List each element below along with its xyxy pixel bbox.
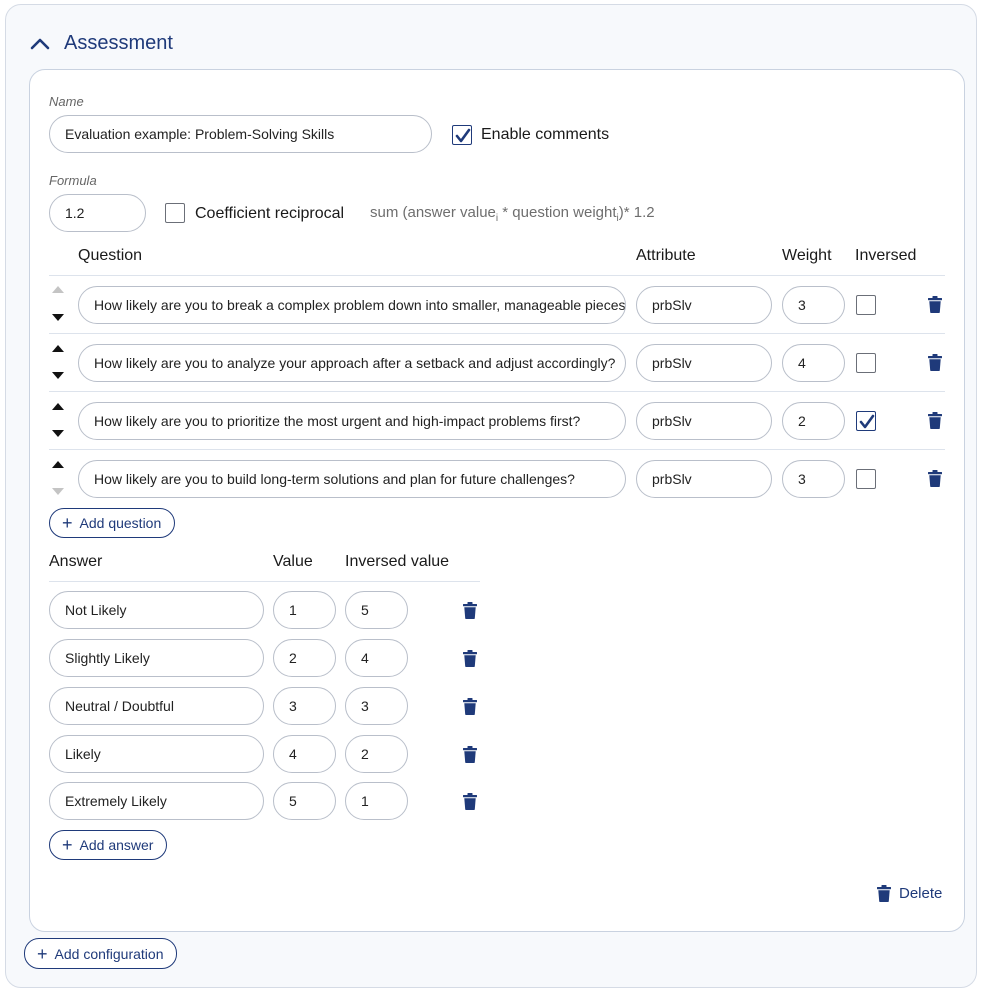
answer-input[interactable]: Neutral / Doubtful bbox=[49, 687, 264, 725]
formula-expression: sum (answer valuei * question weighti)* … bbox=[370, 204, 655, 224]
trash-icon bbox=[877, 885, 891, 902]
assessment-card: Assessment Name Evaluation example: Prob… bbox=[5, 4, 977, 988]
answer-input[interactable]: Extremely Likely bbox=[49, 782, 264, 820]
move-down-icon[interactable] bbox=[52, 372, 64, 379]
weight-column-header: Weight bbox=[782, 247, 832, 264]
inversed-checkbox[interactable] bbox=[856, 469, 876, 489]
trash-icon[interactable] bbox=[463, 746, 477, 763]
inversed-value-input[interactable]: 1 bbox=[345, 782, 408, 820]
plus-icon: + bbox=[62, 835, 73, 855]
trash-icon[interactable] bbox=[463, 602, 477, 619]
trash-icon[interactable] bbox=[928, 354, 942, 371]
formula-input[interactable]: 1.2 bbox=[49, 194, 146, 232]
move-down-icon[interactable] bbox=[52, 314, 64, 321]
enable-comments-label: Enable comments bbox=[481, 126, 610, 143]
inversed-value-input[interactable]: 5 bbox=[345, 591, 408, 629]
plus-icon: + bbox=[37, 943, 48, 964]
inversed-value-input[interactable]: 3 bbox=[345, 687, 408, 725]
trash-icon[interactable] bbox=[928, 470, 942, 487]
weight-input[interactable]: 4 bbox=[782, 344, 845, 382]
inversed-checkbox[interactable] bbox=[856, 295, 876, 315]
inversed-value-input[interactable]: 2 bbox=[345, 735, 408, 773]
trash-icon[interactable] bbox=[928, 412, 942, 429]
answer-input[interactable]: Slightly Likely bbox=[49, 639, 264, 677]
add-answer-label: Add answer bbox=[79, 837, 154, 853]
add-configuration-label: Add configuration bbox=[54, 945, 164, 962]
row-divider bbox=[49, 333, 945, 334]
inversed-checkbox[interactable] bbox=[856, 411, 876, 431]
trash-icon[interactable] bbox=[463, 650, 477, 667]
value-input[interactable]: 5 bbox=[273, 782, 336, 820]
question-input[interactable]: How likely are you to analyze your appro… bbox=[78, 344, 626, 382]
attribute-input[interactable]: prbSlv bbox=[636, 344, 772, 382]
trash-icon[interactable] bbox=[463, 793, 477, 810]
trash-icon[interactable] bbox=[928, 296, 942, 313]
delete-assessment-button[interactable]: Delete bbox=[877, 885, 942, 902]
checkmark-icon bbox=[455, 128, 471, 143]
attribute-input[interactable]: prbSlv bbox=[636, 460, 772, 498]
coefficient-reciprocal-checkbox[interactable] bbox=[165, 203, 185, 223]
row-divider bbox=[49, 449, 945, 450]
move-up-icon[interactable] bbox=[52, 461, 64, 468]
attribute-input[interactable]: prbSlv bbox=[636, 286, 772, 324]
weight-input[interactable]: 2 bbox=[782, 402, 845, 440]
row-divider bbox=[49, 391, 945, 392]
add-question-label: Add question bbox=[79, 515, 162, 531]
inversed-column-header: Inversed bbox=[855, 247, 917, 264]
add-configuration-button[interactable]: + Add configuration bbox=[24, 938, 178, 969]
value-input[interactable]: 1 bbox=[273, 591, 336, 629]
attribute-column-header: Attribute bbox=[636, 247, 696, 264]
formula-label: Formula bbox=[49, 173, 97, 188]
inversed-checkbox[interactable] bbox=[856, 353, 876, 373]
value-input[interactable]: 4 bbox=[273, 735, 336, 773]
value-column-header: Value bbox=[273, 553, 313, 570]
delete-label: Delete bbox=[899, 885, 943, 902]
move-up-icon[interactable] bbox=[52, 286, 64, 293]
answer-input[interactable]: Not Likely bbox=[49, 591, 264, 629]
question-input[interactable]: How likely are you to break a complex pr… bbox=[78, 286, 626, 324]
section-title: Assessment bbox=[64, 31, 173, 54]
chevron-up-icon[interactable] bbox=[30, 36, 50, 50]
answers-header-divider bbox=[49, 581, 480, 582]
enable-comments-checkbox[interactable] bbox=[452, 125, 472, 145]
checkmark-icon bbox=[859, 414, 875, 429]
plus-icon: + bbox=[62, 513, 73, 533]
name-input[interactable]: Evaluation example: Problem-Solving Skil… bbox=[49, 115, 432, 153]
move-up-icon[interactable] bbox=[52, 403, 64, 410]
move-down-icon[interactable] bbox=[52, 488, 64, 495]
name-label: Name bbox=[49, 94, 84, 109]
inversed-value-input[interactable]: 4 bbox=[345, 639, 408, 677]
section-header[interactable]: Assessment bbox=[30, 29, 173, 57]
assessment-config-panel: Name Evaluation example: Problem-Solving… bbox=[29, 69, 965, 932]
question-input[interactable]: How likely are you to build long-term so… bbox=[78, 460, 626, 498]
answer-input[interactable]: Likely bbox=[49, 735, 264, 773]
weight-input[interactable]: 3 bbox=[782, 286, 845, 324]
add-answer-button[interactable]: + Add answer bbox=[49, 830, 168, 860]
attribute-input[interactable]: prbSlv bbox=[636, 402, 772, 440]
question-column-header: Question bbox=[78, 247, 143, 264]
answer-column-header: Answer bbox=[49, 553, 103, 570]
coefficient-reciprocal-label: Coefficient reciprocal bbox=[195, 205, 345, 222]
table-header-divider bbox=[49, 275, 945, 276]
weight-input[interactable]: 3 bbox=[782, 460, 845, 498]
move-down-icon[interactable] bbox=[52, 430, 64, 437]
add-question-button[interactable]: + Add question bbox=[49, 508, 176, 538]
value-input[interactable]: 2 bbox=[273, 639, 336, 677]
question-input[interactable]: How likely are you to prioritize the mos… bbox=[78, 402, 626, 440]
value-input[interactable]: 3 bbox=[273, 687, 336, 725]
inversed-value-column-header: Inversed value bbox=[345, 553, 450, 570]
move-up-icon[interactable] bbox=[52, 345, 64, 352]
trash-icon[interactable] bbox=[463, 698, 477, 715]
